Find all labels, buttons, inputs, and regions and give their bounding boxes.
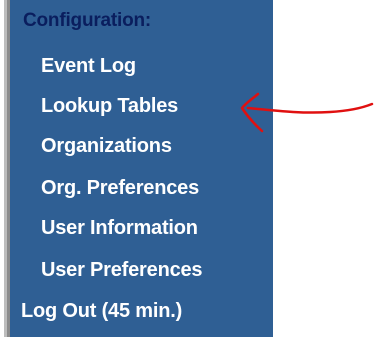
sidebar-item-event-log[interactable]: Event Log [41, 55, 136, 78]
screenshot-canvas: Configuration: Event Log Lookup Tables O… [0, 0, 377, 347]
sidebar-item-lookup-tables[interactable]: Lookup Tables [41, 95, 178, 118]
configuration-sidebar: Configuration: Event Log Lookup Tables O… [7, 0, 273, 337]
logout-link[interactable]: Log Out (45 min.) [21, 300, 182, 323]
sidebar-item-user-information[interactable]: User Information [41, 217, 198, 240]
sidebar-item-organizations[interactable]: Organizations [41, 135, 172, 158]
sidebar-item-org-preferences[interactable]: Org. Preferences [41, 177, 199, 200]
sidebar-item-user-preferences[interactable]: User Preferences [41, 259, 203, 282]
section-heading-configuration: Configuration: [23, 10, 152, 31]
